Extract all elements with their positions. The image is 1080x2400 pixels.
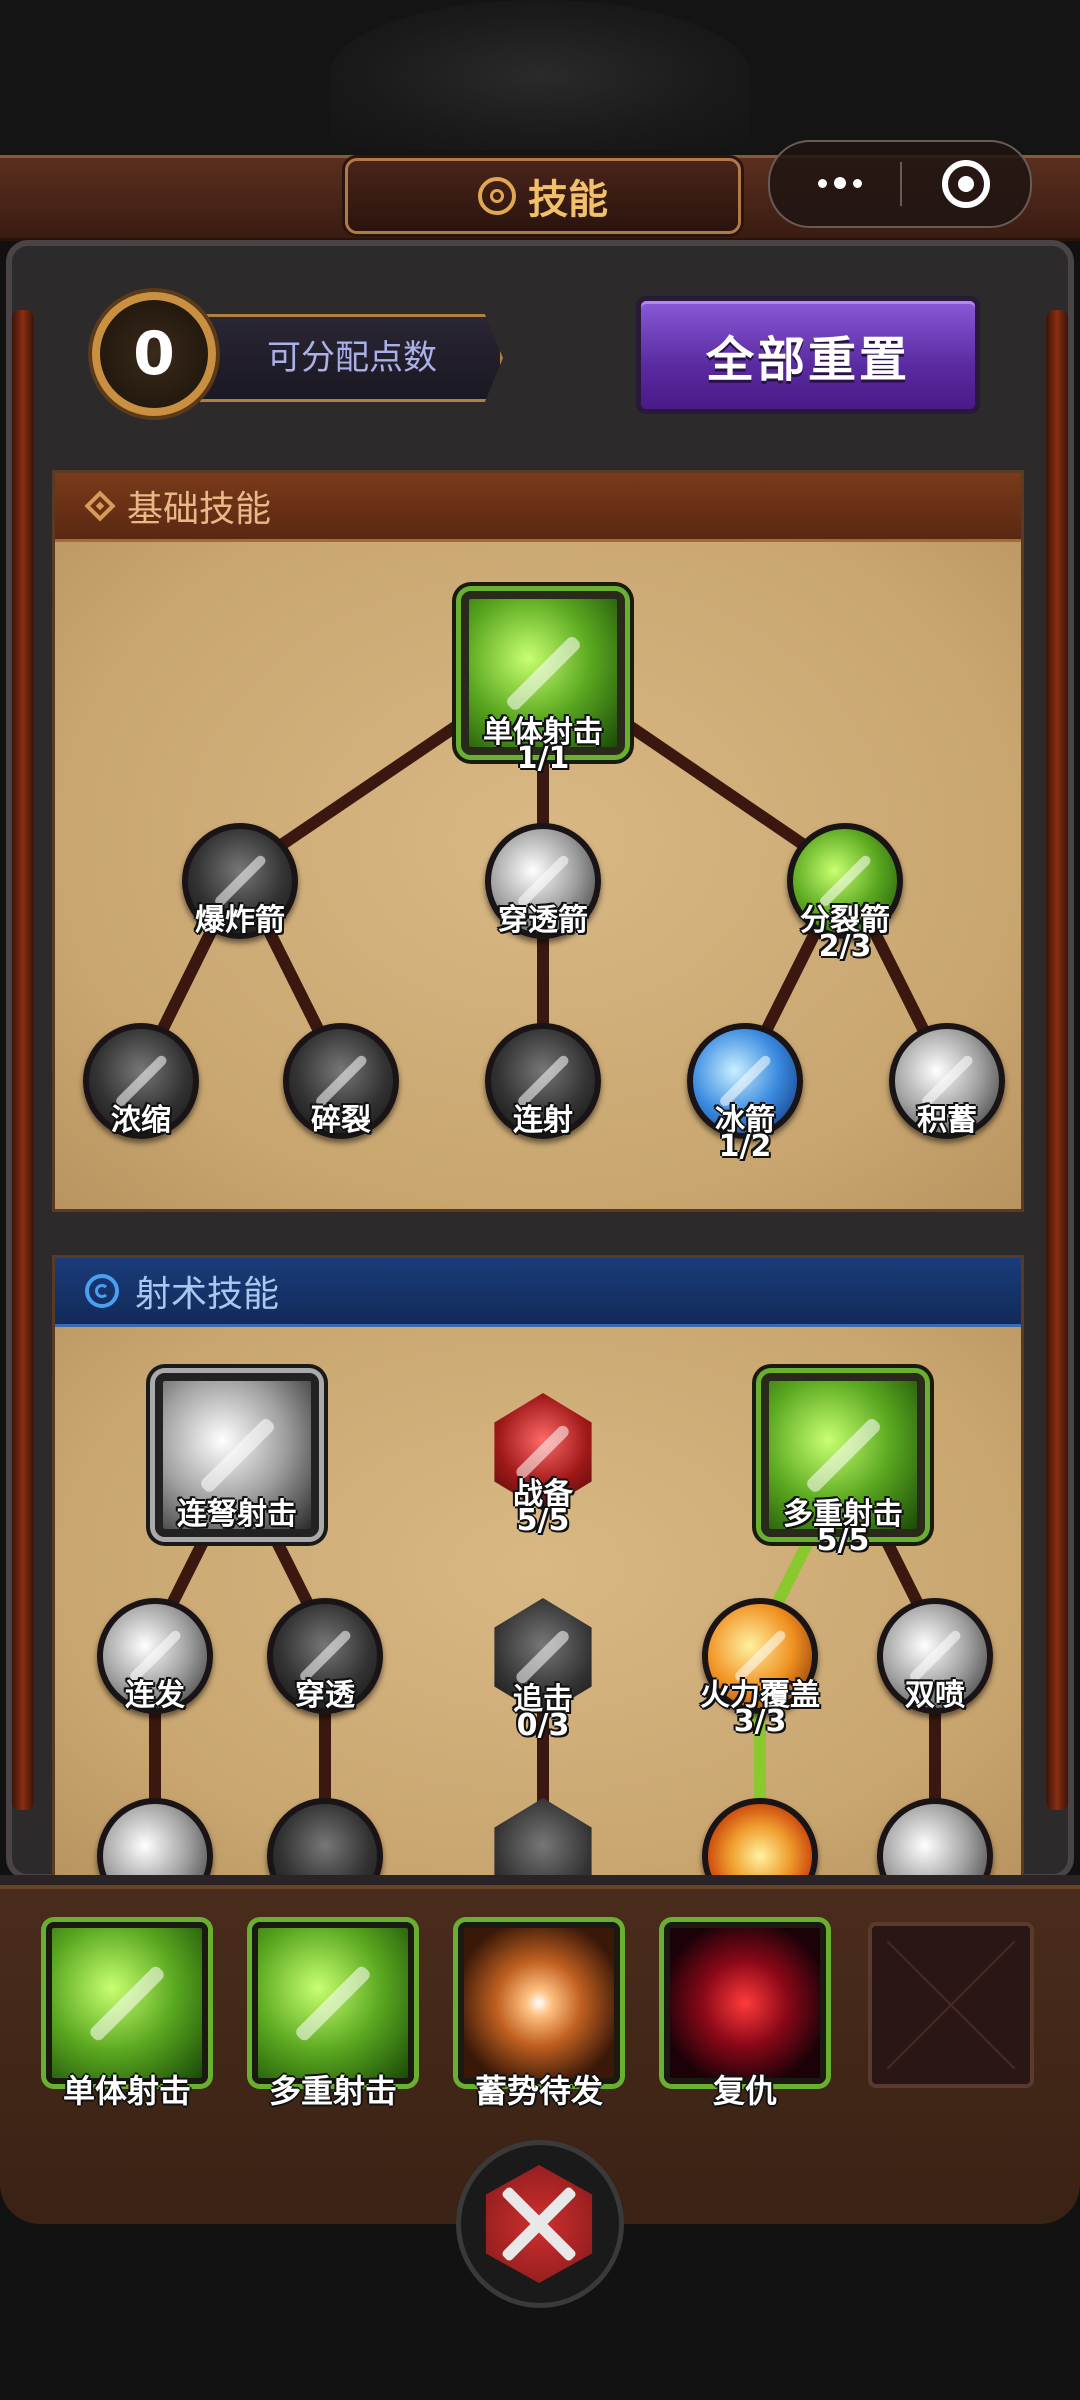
skill-name: 双喷 (905, 1678, 965, 1713)
green-arrow-icon (46, 1922, 208, 2084)
skill-battle-ready[interactable]: 战备 5/5 (489, 1393, 597, 1538)
points-label: 可分配点数 (267, 338, 437, 378)
basic-skills-panel: 基础技能 单体射击 1/1 爆炸箭 穿透箭 分裂箭 2/3 浓缩 碎裂 连射 冰… (52, 470, 1024, 1212)
reset-all-button[interactable]: 全部重置 (636, 296, 980, 414)
equipped-slot-3[interactable]: 蓄势待发 (458, 1922, 620, 2110)
skill-name: 连弩射击 (177, 1497, 297, 1532)
header-plate: 技能 (345, 158, 741, 234)
skill-volley[interactable]: 连发 (97, 1598, 213, 1714)
skill-node-partial[interactable] (267, 1798, 383, 1877)
points-counter: 0 (92, 292, 216, 416)
skill-level: 1/2 (718, 1129, 772, 1164)
skill-name: 积蓄 (917, 1103, 977, 1138)
skill-shatter[interactable]: 碎裂 (283, 1023, 399, 1139)
equipped-skill-name: 复仇 (712, 2072, 777, 2110)
skill-name: 浓缩 (111, 1103, 171, 1138)
galaxy-icon (458, 1922, 620, 2084)
points-bar: 可分配点数 (200, 314, 503, 402)
equipped-slot-1[interactable]: 单体射击 (46, 1922, 208, 2110)
page-title: 技能 (528, 177, 608, 223)
spray-burst-icon (877, 1798, 993, 1877)
skill-pierce[interactable]: 穿透 (267, 1598, 383, 1714)
skill-name: 连射 (513, 1103, 573, 1138)
more-options-icon[interactable] (810, 168, 870, 198)
skill-single-shot[interactable]: 单体射击 1/1 (461, 591, 625, 776)
close-target-icon[interactable] (942, 160, 990, 208)
skills-gear-icon (478, 177, 516, 215)
top-background (0, 0, 1080, 160)
arrow-streak-icon (267, 1798, 383, 1877)
skill-level: 0/3 (516, 1708, 570, 1743)
skill-concentrate[interactable]: 浓缩 (83, 1023, 199, 1139)
skill-fire-coverage[interactable]: 火力覆盖 3/3 (700, 1598, 820, 1739)
skill-level: 5/5 (516, 1503, 570, 1538)
skill-name: 穿透 (295, 1678, 355, 1713)
archery-skills-panel: 射术技能 连弩射击 战备 5/5 多重射击 5/5 连发 穿透 追击 0/3 火… (52, 1255, 1024, 1880)
skill-node-partial[interactable] (489, 1798, 597, 1877)
equipped-skill-name: 蓄势待发 (474, 2072, 603, 2110)
skill-level: 1/1 (516, 741, 570, 776)
equipped-skill-name: 多重射击 (268, 2072, 397, 2110)
skill-level: 2/3 (818, 929, 872, 964)
equipped-slot-empty[interactable] (868, 1922, 1034, 2088)
skill-level: 5/5 (816, 1523, 870, 1558)
skill-ice-arrow[interactable]: 冰箭 1/2 (687, 1023, 803, 1164)
frame-rail-right (1046, 310, 1068, 1810)
frame-rail-left (12, 310, 34, 1810)
skill-crossbow-shot[interactable]: 连弩射击 (155, 1373, 319, 1537)
skill-node-partial[interactable] (97, 1798, 213, 1877)
skill-pursuit[interactable]: 追击 0/3 (489, 1598, 597, 1743)
skill-rapid-fire[interactable]: 连射 (485, 1023, 601, 1139)
skill-level: 3/3 (733, 1704, 787, 1739)
skill-name: 碎裂 (311, 1103, 371, 1138)
fire-spiral-icon (702, 1798, 818, 1877)
skill-name: 连发 (125, 1678, 185, 1713)
arrow-burst-icon (97, 1798, 213, 1877)
skill-node-partial[interactable] (702, 1798, 818, 1877)
miniprogram-capsule (768, 140, 1032, 228)
skill-multi-shot[interactable]: 多重射击 5/5 (761, 1373, 925, 1558)
equipped-slot-2[interactable]: 多重射击 (252, 1922, 414, 2110)
skill-split-arrow[interactable]: 分裂箭 2/3 (787, 823, 903, 964)
archery-tree-lines (149, 1532, 941, 1864)
skill-name: 爆炸箭 (195, 903, 285, 938)
equipped-skill-name: 单体射击 (62, 2072, 191, 2110)
equipped-slot-4[interactable]: 复仇 (664, 1922, 826, 2110)
skill-charge-up[interactable]: 积蓄 (889, 1023, 1005, 1139)
skill-explosive-arrow[interactable]: 爆炸箭 (182, 823, 298, 939)
skill-piercing-arrow[interactable]: 穿透箭 (485, 823, 601, 939)
skill-double-spray[interactable]: 双喷 (877, 1598, 993, 1714)
skill-node-partial[interactable] (877, 1798, 993, 1877)
multi-shot-icon (252, 1922, 414, 2084)
skill-name: 穿透箭 (498, 903, 588, 938)
lightning-icon (494, 1798, 592, 1877)
revenge-face-icon (664, 1922, 826, 2084)
